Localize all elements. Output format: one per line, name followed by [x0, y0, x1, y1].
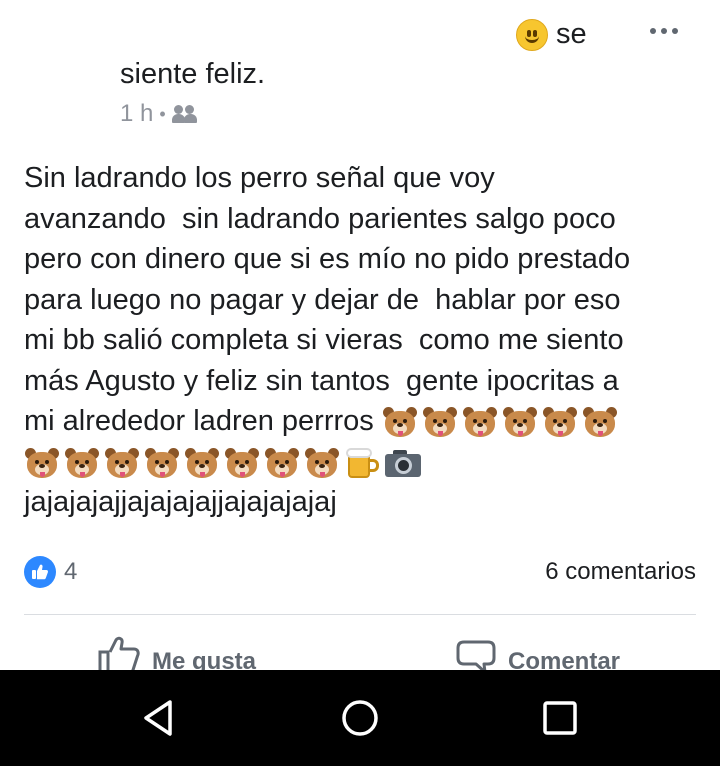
home-icon[interactable]: [340, 698, 380, 738]
comment-icon: [456, 640, 496, 670]
back-icon[interactable]: [140, 698, 180, 738]
smiley-icon: [516, 18, 548, 51]
divider: [24, 614, 696, 615]
feeling-row: se: [516, 18, 587, 51]
meta-separator: •: [159, 103, 166, 124]
like-button[interactable]: Me gusta: [98, 636, 256, 670]
dog-face-emoji: [104, 446, 140, 480]
dog-face-emoji: [582, 405, 618, 439]
post-body: Sin ladrando los perro señal que voy ava…: [24, 158, 708, 523]
post-text: Sin ladrando los perro señal que voy ava…: [24, 162, 631, 437]
likes-count: 4: [64, 558, 78, 585]
comments-count[interactable]: 6 comentarios: [545, 558, 696, 586]
dog-face-emoji: [542, 405, 578, 439]
dog-face-emoji: [144, 446, 180, 480]
more-options-icon[interactable]: [650, 28, 678, 34]
dog-face-emoji: [224, 446, 260, 480]
dog-face-emoji: [24, 446, 60, 480]
recent-apps-icon[interactable]: [540, 698, 580, 738]
thumbs-up-icon: [98, 636, 140, 670]
post-card: se siente feliz. 1 h • Sin ladrando los …: [0, 0, 720, 670]
dog-face-emoji: [304, 446, 340, 480]
laugh-text: jajajajajjajajajajjajajajajaj: [24, 486, 337, 518]
camera-emoji: [384, 446, 422, 480]
like-label: Me gusta: [152, 648, 257, 670]
emoji-group-1: [382, 405, 618, 439]
friends-icon[interactable]: [171, 104, 198, 124]
feeling-word: se: [556, 18, 587, 50]
like-reaction-icon: [24, 556, 56, 588]
post-meta: 1 h •: [120, 100, 198, 128]
comment-label: Comentar: [508, 648, 621, 670]
dog-face-emoji: [64, 446, 100, 480]
comment-button[interactable]: Comentar: [456, 636, 620, 670]
dog-face-emoji: [264, 446, 300, 480]
dog-face-emoji: [184, 446, 220, 480]
emoji-group-2: [24, 446, 422, 480]
dog-face-emoji: [382, 405, 418, 439]
reactions-summary[interactable]: 4: [24, 556, 77, 588]
dog-face-emoji: [462, 405, 498, 439]
dog-face-emoji: [422, 405, 458, 439]
post-actions: Me gusta Comentar: [0, 636, 720, 670]
post-time[interactable]: 1 h: [120, 100, 153, 128]
dog-face-emoji: [502, 405, 538, 439]
feeling-continuation: siente feliz.: [120, 58, 266, 90]
beer-mug-emoji: [344, 446, 380, 480]
android-navigation-bar: [0, 670, 720, 766]
